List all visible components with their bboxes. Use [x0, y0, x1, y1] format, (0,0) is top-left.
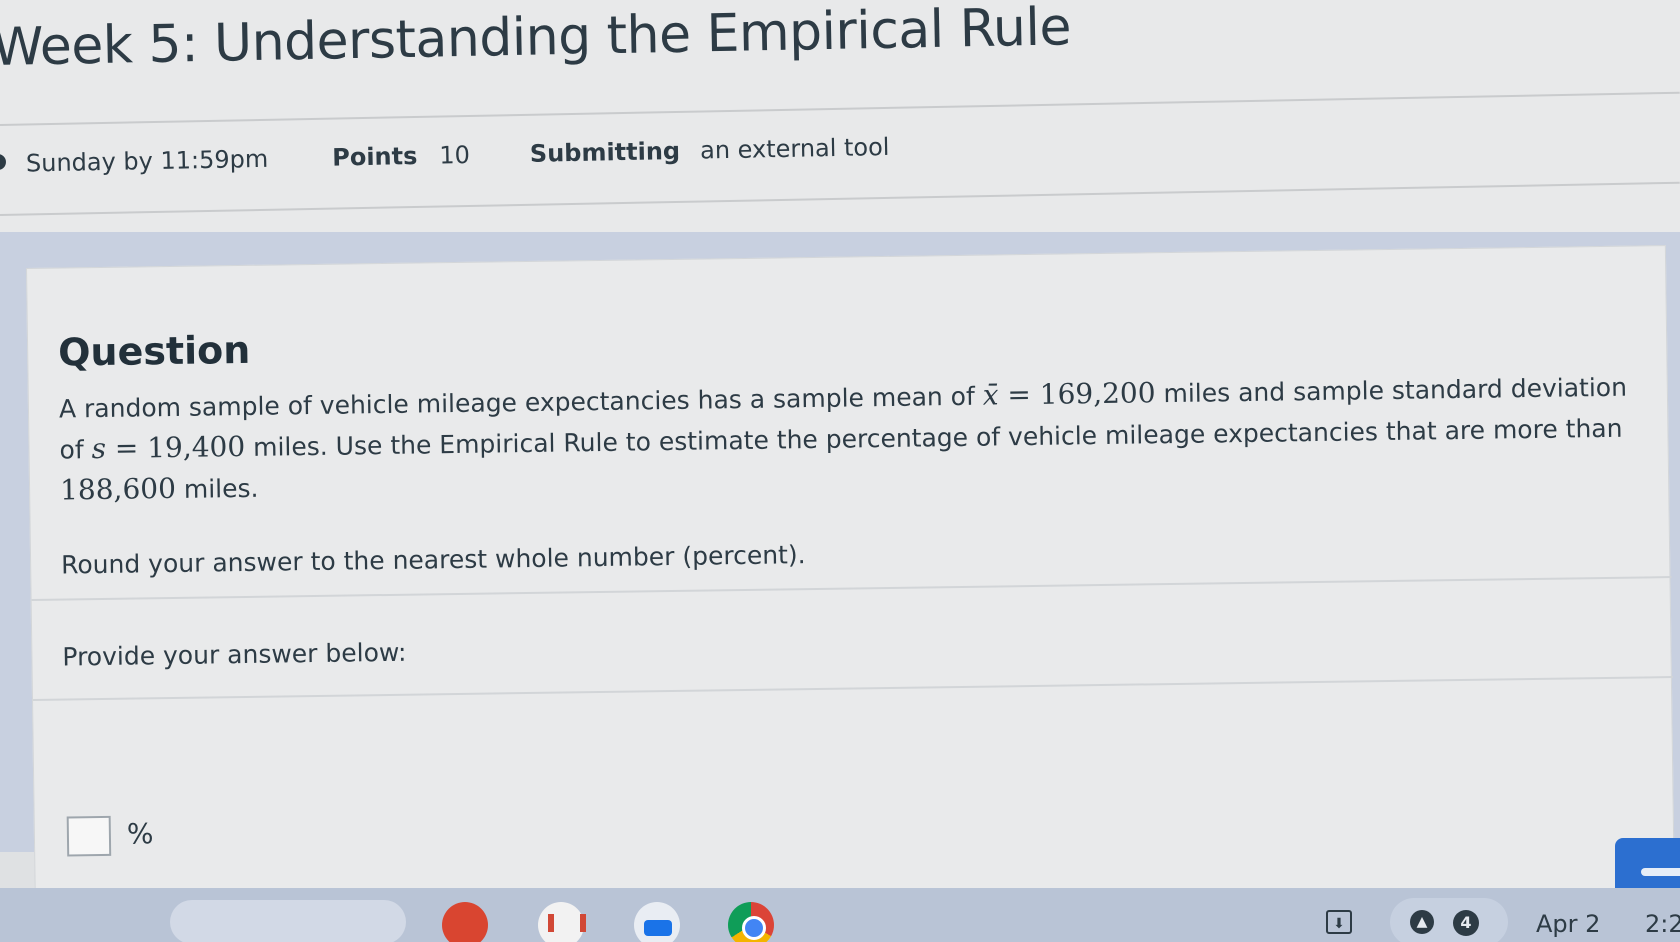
upload-icon[interactable]: ▲ [1410, 910, 1434, 934]
rounding-instruction: Round your answer to the nearest whole n… [60, 540, 806, 580]
taskbar-time[interactable]: 2:2 [1645, 910, 1680, 938]
assignment-header: Week 5: Understanding the Empirical Rule… [0, 0, 1680, 232]
question-text-part: miles. [175, 473, 259, 504]
submit-button-bar [1641, 868, 1680, 876]
taskbar: ⬇ ▲ 4 Apr 2 2:2 [0, 888, 1680, 942]
submitting-value: an external tool [699, 132, 890, 165]
percent-unit: % [126, 817, 154, 851]
taskbar-date[interactable]: Apr 2 [1536, 910, 1600, 938]
notification-badge[interactable]: 4 [1453, 910, 1479, 936]
answer-prompt: Provide your answer below: [62, 637, 407, 672]
due-date: Sunday by 11:59pm [25, 144, 269, 178]
points-value: 10 [439, 140, 471, 170]
threshold-value: 188,600 [59, 471, 177, 507]
mean-expression: x̄ = 169,200 [982, 376, 1155, 411]
app-icon-red[interactable] [442, 902, 488, 942]
question-heading: Question [57, 327, 251, 375]
meta-divider [0, 181, 1680, 216]
section-divider [33, 676, 1673, 701]
assignment-meta: Sunday by 11:59pm Points 10 Submitting a… [0, 133, 890, 178]
points-label: Points [331, 141, 418, 172]
due-label-fragment [0, 153, 7, 171]
section-divider [31, 576, 1672, 601]
sd-symbol: s [91, 431, 107, 466]
question-card: Question A random sample of vehicle mile… [26, 245, 1675, 918]
sd-value: 19,400 [146, 429, 246, 465]
submitting-label: Submitting [529, 136, 681, 168]
meet-icon[interactable] [634, 902, 680, 942]
sd-expression: s = 19,400 [91, 430, 245, 465]
question-text: A random sample of vehicle mileage expec… [59, 366, 1641, 511]
answer-input[interactable] [66, 815, 112, 857]
gmail-icon[interactable] [538, 902, 586, 942]
clipboard-icon[interactable]: ⬇ [1326, 910, 1352, 934]
chrome-icon[interactable] [728, 902, 774, 942]
status-tray[interactable] [1390, 898, 1508, 942]
page-title: Week 5: Understanding the Empirical Rule [0, 0, 1072, 78]
equals-sign: = [998, 377, 1040, 412]
mean-symbol: x̄ [982, 378, 999, 412]
question-text-part: A random sample of vehicle mileage expec… [58, 381, 983, 424]
question-text-part: miles. Use the Empirical Rule to estimat… [244, 413, 1623, 462]
equals-sign: = [105, 431, 148, 465]
mean-value: 169,200 [1039, 376, 1156, 411]
header-divider [0, 91, 1680, 126]
launcher-button[interactable] [170, 900, 406, 942]
